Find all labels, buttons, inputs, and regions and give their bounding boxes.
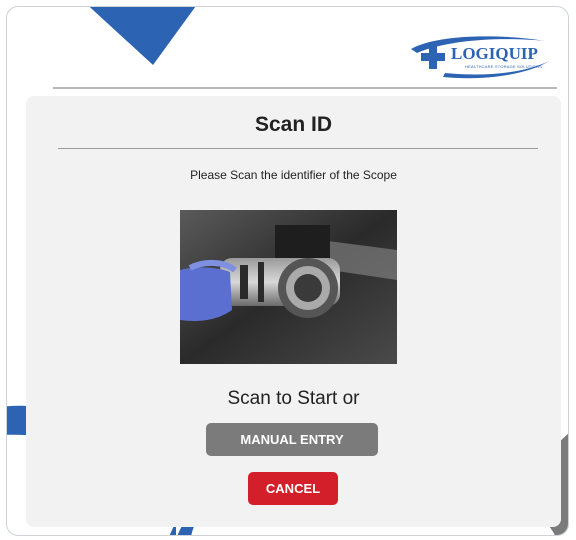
manual-entry-button[interactable]: MANUAL ENTRY [206,423,378,456]
title-divider [58,148,538,149]
scan-id-card: Scan ID Please Scan the identifier of th… [26,96,561,527]
page-title: Scan ID [254,113,333,136]
scope-photo [180,210,397,364]
brand-tagline: HEALTHCARE STORAGE SOLUTIONS [465,64,543,69]
brand-name: LOGIQUIP [451,44,538,63]
logiquip-logo: LOGIQUIP HEALTHCARE STORAGE SOLUTIONS [405,31,553,79]
down-arrow-icon [89,7,196,65]
cancel-button[interactable]: CANCEL [248,472,338,505]
scan-prompt: Scan to Start or [227,388,360,409]
scan-instruction: Please Scan the identifier of the Scope [190,168,397,182]
header-divider [53,87,557,89]
